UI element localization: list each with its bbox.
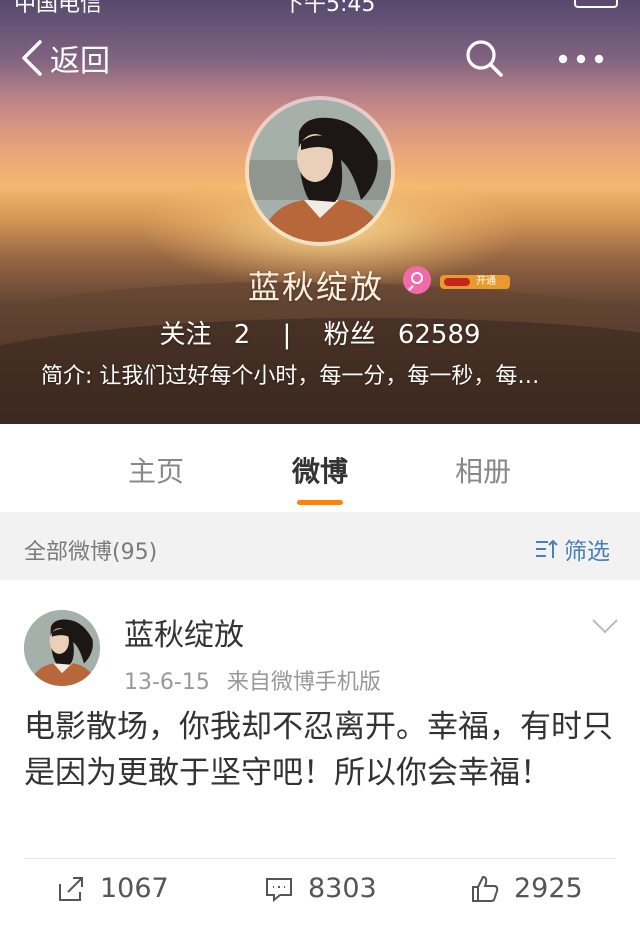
- thumbs-up-icon: [472, 875, 499, 902]
- status-time: 下午5:45: [282, 0, 376, 17]
- vip-badge-label: 开通: [476, 276, 496, 287]
- filter-button[interactable]: 筛选: [534, 532, 610, 566]
- post-author-avatar[interactable]: [24, 610, 100, 686]
- profile-avatar[interactable]: [245, 96, 395, 246]
- tab-home[interactable]: 主页: [128, 450, 184, 490]
- search-icon[interactable]: [464, 38, 504, 78]
- profile-header-cover: 中国电信 下午5:45 返回 蓝秋绽放 开通 关注 2 | 粉丝 62589 简…: [0, 0, 640, 424]
- post-meta: 13-6-15 来自微博手机版: [124, 664, 381, 696]
- post-actions: 1067 8303 2925: [0, 859, 640, 927]
- post-source: 来自微博手机版: [226, 670, 381, 695]
- post-author-name[interactable]: 蓝秋绽放: [124, 610, 244, 654]
- post-text: 电影散场，你我却不忍离开。幸福，有时只是因为更敢于坚守吧！所以你会幸福！: [24, 709, 613, 791]
- comment-button[interactable]: 8303: [264, 873, 377, 904]
- comment-count: 8303: [308, 873, 377, 904]
- tab-weibo[interactable]: 微博: [292, 450, 348, 490]
- filter-label: 筛选: [564, 539, 610, 565]
- following-count: 2: [233, 320, 251, 350]
- carrier-label: 中国电信: [14, 0, 103, 17]
- post-card: 蓝秋绽放 13-6-15 来自微博手机版 电影散场，你我却不忍离开。幸福，有时只…: [0, 580, 640, 927]
- tab-album[interactable]: 相册: [455, 450, 511, 490]
- following-label: 关注: [159, 320, 212, 350]
- avatar-photo: [249, 100, 391, 242]
- avatar-portrait-image: [249, 100, 391, 242]
- followers-stat[interactable]: 粉丝 62589: [324, 314, 481, 351]
- post-filter-bar: 全部微博(95) 筛选: [0, 512, 640, 580]
- profile-bio: 简介: 让我们过好每个小时，每一分，每一秒，每…: [41, 364, 540, 389]
- repost-count: 1067: [100, 873, 169, 904]
- comment-icon: [266, 877, 292, 902]
- like-count: 2925: [514, 873, 583, 904]
- all-posts-count: 全部微博(95): [24, 540, 158, 565]
- profile-tabs: 主页 微博 相册: [0, 424, 640, 512]
- post-avatar-image: [24, 610, 100, 686]
- following-stat[interactable]: 关注 2: [159, 314, 250, 351]
- more-dots-icon[interactable]: [558, 54, 604, 64]
- profile-name-row: 蓝秋绽放 开通: [0, 262, 640, 306]
- followers-label: 粉丝: [323, 320, 376, 350]
- like-button[interactable]: 2925: [470, 873, 583, 904]
- filter-icon: [536, 539, 558, 558]
- chevron-left-icon: [22, 40, 42, 76]
- vip-crown-icon: [444, 278, 470, 286]
- back-label: 返回: [50, 44, 110, 79]
- post-date: 13-6-15: [124, 670, 210, 695]
- followers-count: 62589: [397, 320, 481, 350]
- profile-nickname: 蓝秋绽放: [248, 268, 385, 306]
- stats-separator: |: [282, 320, 292, 350]
- female-icon: [403, 266, 431, 294]
- back-button[interactable]: 返回: [20, 36, 110, 80]
- battery-icon: [574, 0, 618, 8]
- profile-stats: 关注 2 | 粉丝 62589: [0, 314, 640, 351]
- vip-badge[interactable]: 开通: [440, 275, 510, 289]
- status-bar: 中国电信 下午5:45: [0, 0, 640, 17]
- repost-button[interactable]: 1067: [56, 873, 169, 904]
- chevron-down-icon[interactable]: [591, 618, 619, 634]
- active-tab-indicator: [297, 500, 343, 505]
- repost-icon: [59, 876, 83, 901]
